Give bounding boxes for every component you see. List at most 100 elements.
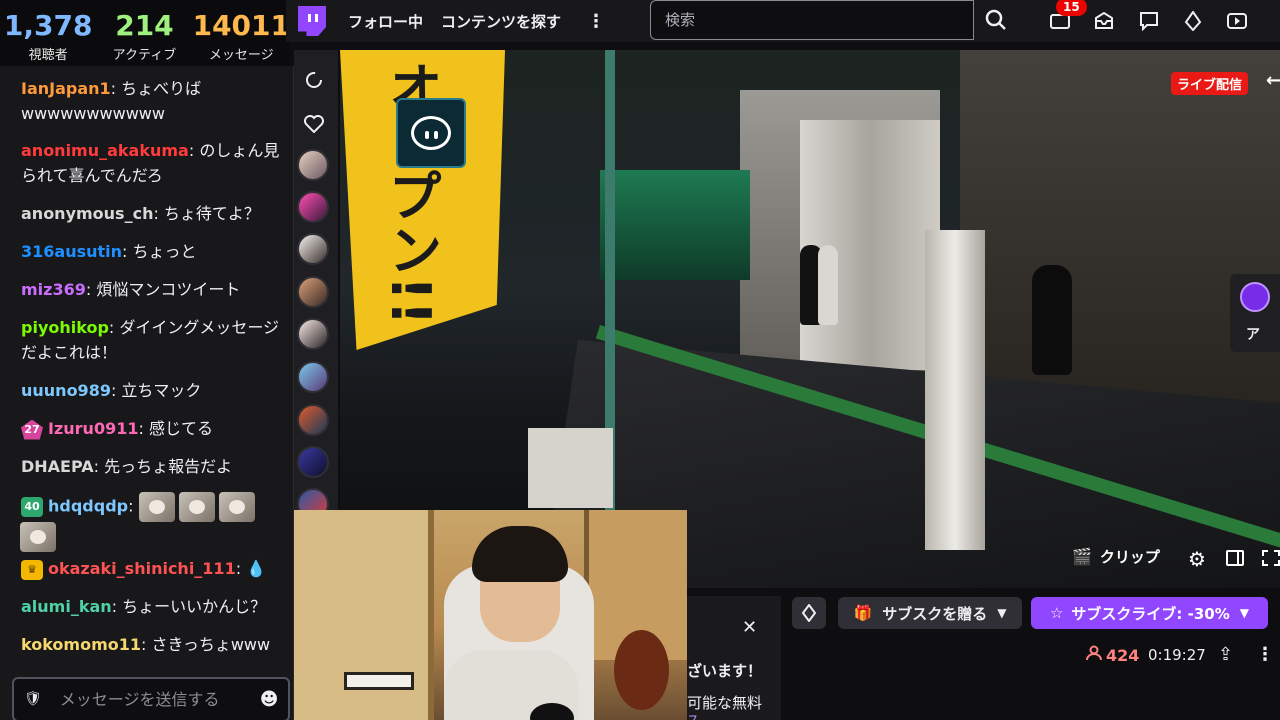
more-options-icon[interactable]: ⋮ xyxy=(587,11,605,32)
more-options-icon[interactable]: ⋮ xyxy=(1256,644,1274,665)
subscribe-label: サブスクライブ: -30% xyxy=(1071,604,1230,623)
chat-username[interactable]: kokomomo11 xyxy=(21,635,141,654)
cat-emote[interactable] xyxy=(138,492,175,522)
top-navigation: フォロー中 コンテンツを探す ⋮ 15 xyxy=(286,0,1280,42)
stat-messages-value: 14011 xyxy=(192,9,291,42)
subscriber-badge[interactable]: 27 xyxy=(21,419,43,440)
close-icon[interactable]: ✕ xyxy=(742,617,757,638)
subscribe-button[interactable]: ☆ サブスクライブ: -30% ▼ xyxy=(1031,597,1268,629)
chat-text: : xyxy=(235,559,242,578)
turbo-ad-free-icon[interactable] xyxy=(1226,9,1250,33)
nav-following[interactable]: フォロー中 xyxy=(348,11,423,32)
whispers-icon[interactable] xyxy=(1137,9,1161,33)
chat-text: : ちょ待てよ？ xyxy=(153,204,260,223)
chat-username[interactable]: okazaki_shinichi_111 xyxy=(48,559,236,578)
video-player[interactable]: オープン!! ライブ配信 ← ア 🎬 クリップ ⚙ xyxy=(340,50,1280,588)
stat-messages-label: メッセージ xyxy=(208,48,274,63)
chat-username[interactable]: alumi_kan xyxy=(21,597,112,616)
channel-avatar[interactable] xyxy=(297,404,329,436)
chat-text: : ちょっと xyxy=(122,242,197,261)
chat-username[interactable]: hdqdqdp xyxy=(48,497,128,516)
stat-messages: 14011 メッセージ xyxy=(193,0,290,66)
channel-avatar[interactable] xyxy=(297,446,329,478)
bits-icon[interactable] xyxy=(1181,9,1205,33)
chat-text: : さきっちょwww xyxy=(141,635,271,654)
chat-username[interactable]: piyohikop xyxy=(21,318,109,337)
nav-browse[interactable]: コンテンツを探す xyxy=(441,11,561,32)
extension-logo-icon[interactable] xyxy=(396,98,466,168)
cat-emote[interactable] xyxy=(178,492,215,522)
extension-avatar-icon[interactable] xyxy=(1240,282,1270,312)
star-icon: ☆ xyxy=(1049,604,1064,622)
search-button[interactable] xyxy=(978,0,1014,40)
chat-username[interactable]: uuuno989 xyxy=(21,381,111,400)
chat-message: IanJapan1: ちょべりばwwwwwwwwwww xyxy=(21,76,283,126)
gift-subscription-button[interactable]: 🎁 サブスクを贈る ▼ xyxy=(838,597,1022,629)
channel-avatar[interactable] xyxy=(297,318,329,350)
stream-uptime: 0:19:27 xyxy=(1148,646,1206,664)
chat-text: : 先っちょ報告だよ xyxy=(93,457,233,476)
chat-text: : 感じてる xyxy=(138,419,213,438)
channel-avatar[interactable] xyxy=(297,191,329,223)
chat-panel: IanJapan1: ちょべりばwwwwwwwwwww anonimu_akak… xyxy=(0,66,294,720)
heart-icon[interactable] xyxy=(298,108,330,140)
chat-message-input[interactable] xyxy=(59,690,260,709)
stat-active-value: 214 xyxy=(115,9,174,42)
channel-avatar[interactable] xyxy=(297,276,329,308)
blood-drop-emoji: 💧 xyxy=(246,559,267,578)
channel-avatar[interactable] xyxy=(297,361,329,393)
cat-emote[interactable] xyxy=(20,522,56,552)
notice-text-line3[interactable]: ス xyxy=(687,711,699,720)
chat-input-box[interactable]: 🛡 ☻ xyxy=(12,677,290,720)
refresh-icon[interactable] xyxy=(298,64,330,96)
shield-icon[interactable]: 🛡 xyxy=(24,691,42,709)
video-scene-banner: オープン!! xyxy=(340,50,505,350)
search-box[interactable] xyxy=(650,0,974,40)
chat-username[interactable]: miz369 xyxy=(21,280,86,299)
bits-button[interactable] xyxy=(792,597,826,629)
chat-message: ♛ okazaki_shinichi_111: 💧 xyxy=(21,556,283,581)
chat-username[interactable]: 316ausutin xyxy=(21,242,122,261)
search-icon xyxy=(985,9,1006,30)
settings-gear-icon[interactable]: ⚙ xyxy=(1188,547,1206,571)
notice-text-line2: 可能な無料 xyxy=(687,694,763,712)
stat-viewers: 1,378 視聴者 xyxy=(0,0,96,66)
subscriber-badge[interactable]: 40 xyxy=(21,497,43,517)
fullscreen-icon[interactable] xyxy=(1262,550,1280,566)
chat-username[interactable]: DHAEPA xyxy=(21,457,94,476)
stat-active-label: アクティブ xyxy=(112,48,177,63)
channel-avatar[interactable] xyxy=(297,233,329,265)
twitch-logo-icon[interactable] xyxy=(298,6,326,36)
webcam-streamer-hair xyxy=(472,526,568,582)
theatre-mode-icon[interactable] xyxy=(1226,550,1244,566)
chat-username[interactable]: Izuru0911 xyxy=(48,419,138,438)
chat-text: : 立ちマック xyxy=(110,381,202,400)
person-icon xyxy=(1086,645,1102,665)
channel-avatar[interactable] xyxy=(297,149,329,181)
clip-button[interactable]: 🎬 クリップ xyxy=(1072,546,1160,567)
chat-username[interactable]: IanJapan1 xyxy=(21,79,111,98)
share-icon[interactable]: ⇪ xyxy=(1218,644,1233,665)
chat-username[interactable]: anonimu_akakuma xyxy=(21,141,189,160)
chat-message: 40 hdqdqdp: xyxy=(20,492,283,552)
crown-badge[interactable]: ♛ xyxy=(21,559,43,580)
stats-overlay: 1,378 視聴者 214 アクティブ 14011 メッセージ xyxy=(0,0,290,66)
notice-text-line1: ざいます！ xyxy=(687,662,763,680)
viewer-count-value: 424 xyxy=(1106,645,1140,665)
inbox-icon[interactable] xyxy=(1092,9,1116,33)
chat-message: alumi_kan: ちょーいいかんじ？ xyxy=(21,594,283,619)
notification-count-badge: 15 xyxy=(1056,0,1087,16)
live-badge: ライブ配信 xyxy=(1171,72,1249,95)
stat-viewers-label: 視聴者 xyxy=(28,48,68,63)
bits-icon xyxy=(801,604,817,622)
video-scene-person xyxy=(818,245,838,325)
chat-username[interactable]: anonymous_ch xyxy=(21,204,153,223)
search-input[interactable] xyxy=(651,1,973,39)
extension-side-panel[interactable]: ア xyxy=(1230,274,1280,352)
video-scene-wall xyxy=(960,50,1280,430)
emote-picker-icon[interactable]: ☻ xyxy=(260,689,279,710)
collapse-arrow-icon[interactable]: ← xyxy=(1266,70,1280,91)
stat-viewers-value: 1,378 xyxy=(3,9,93,42)
cat-emote[interactable] xyxy=(218,492,255,522)
translate-icon[interactable]: ア xyxy=(1246,324,1260,344)
